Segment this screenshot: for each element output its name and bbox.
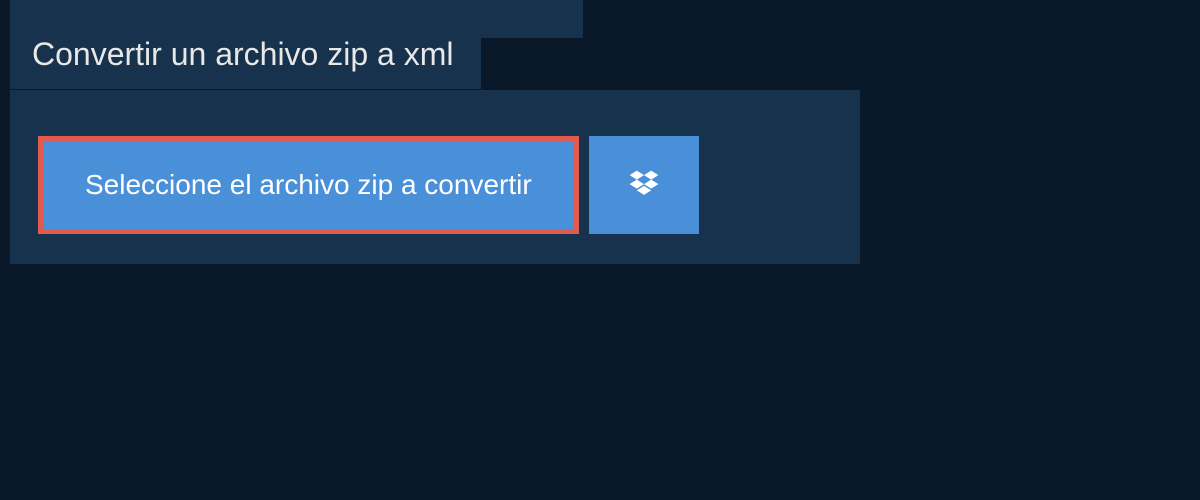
- dropbox-icon: [626, 167, 662, 203]
- converter-panel: Convertir un archivo zip a xml Seleccion…: [10, 90, 860, 264]
- page-title: Convertir un archivo zip a xml: [32, 36, 453, 72]
- tab-header: Convertir un archivo zip a xml: [10, 20, 481, 89]
- button-row: Seleccione el archivo zip a convertir: [10, 108, 860, 234]
- dropbox-button[interactable]: [589, 136, 699, 234]
- select-file-label: Seleccione el archivo zip a convertir: [85, 169, 532, 200]
- select-file-button[interactable]: Seleccione el archivo zip a convertir: [38, 136, 579, 234]
